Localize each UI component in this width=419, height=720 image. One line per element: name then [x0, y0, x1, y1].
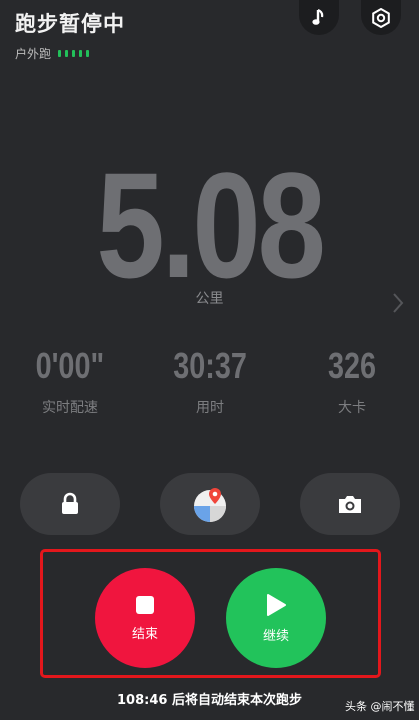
- resume-run-label: 继续: [262, 628, 289, 644]
- stat-pace-value: 0'00": [35, 345, 105, 386]
- run-mode-indicator: 户外跑: [15, 45, 90, 62]
- page-title: 跑步暂停中: [15, 12, 125, 36]
- watermark: 头条 @闹不懂: [345, 700, 415, 713]
- gps-signal-icon: [58, 50, 90, 57]
- next-page-button[interactable]: [392, 292, 404, 318]
- stat-duration-label: 用时: [196, 400, 224, 416]
- music-note-icon: [312, 8, 324, 25]
- distance-unit: 公里: [195, 291, 224, 307]
- map-button[interactable]: [160, 473, 260, 535]
- stat-calories-value: 326: [327, 345, 377, 386]
- resume-run-button[interactable]: 继续: [226, 568, 326, 668]
- end-run-label: 结束: [131, 626, 158, 642]
- stat-duration: 30:37 用时: [140, 345, 280, 417]
- stat-duration-value: 30:37: [173, 345, 247, 386]
- stop-icon: [136, 595, 154, 614]
- chevron-right-icon: [393, 293, 404, 313]
- stat-calories-label: 大卡: [338, 400, 366, 416]
- lock-icon: [62, 492, 78, 514]
- run-mode-label: 户外跑: [15, 47, 52, 61]
- camera-button[interactable]: [300, 473, 400, 535]
- camera-icon: [339, 496, 361, 513]
- distance-value: 5.08: [96, 141, 326, 309]
- end-run-button[interactable]: 结束: [95, 568, 195, 668]
- map-pin-icon: [194, 488, 226, 522]
- play-icon: [267, 593, 286, 616]
- gear-icon: [372, 7, 390, 28]
- music-button[interactable]: [299, 0, 339, 35]
- running-pause-screen: 跑步暂停中 户外跑 5.08 公里 0'00" 实时配速 30:37 用时 32…: [0, 0, 419, 720]
- settings-button[interactable]: [361, 0, 401, 35]
- stat-calories: 326 大卡: [282, 345, 419, 417]
- stat-pace: 0'00" 实时配速: [0, 345, 140, 417]
- lock-button[interactable]: [20, 473, 120, 535]
- action-highlight-box: [40, 549, 381, 678]
- stat-pace-label: 实时配速: [42, 400, 98, 416]
